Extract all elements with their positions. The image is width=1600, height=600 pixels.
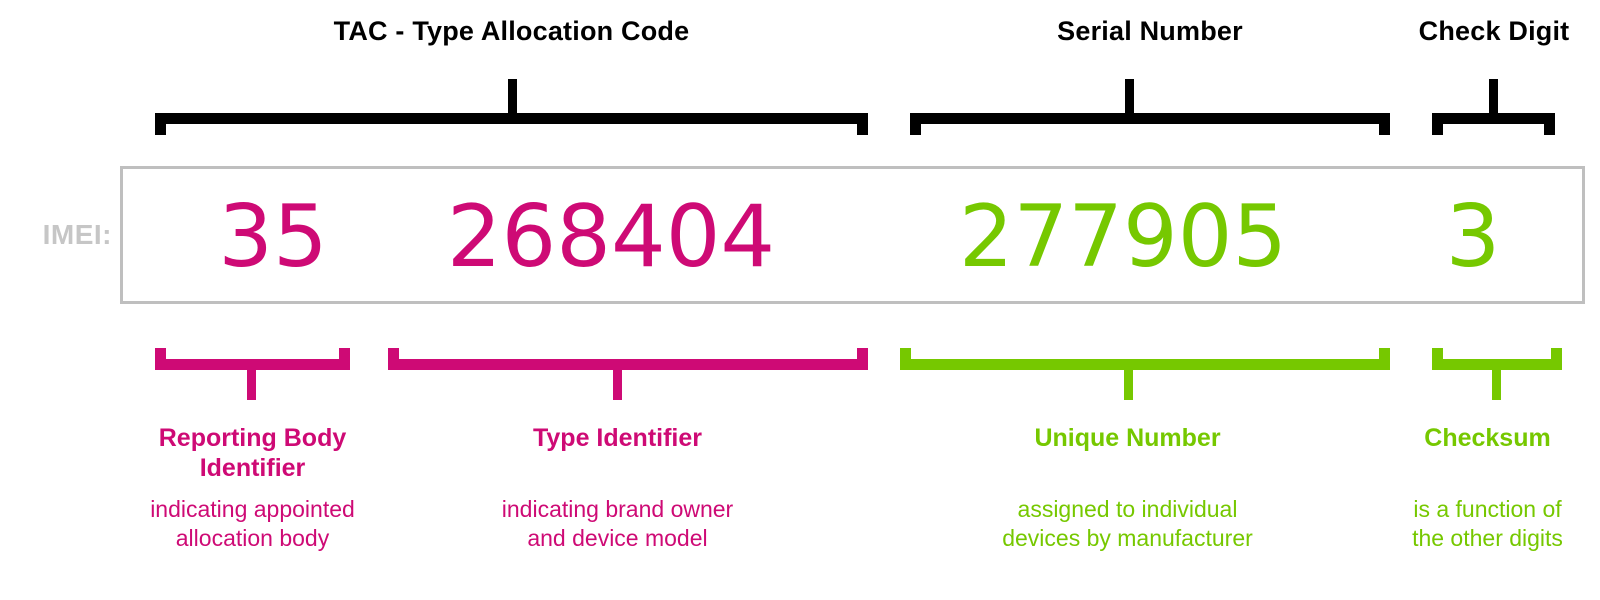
imei-structure-diagram: TAC - Type Allocation Code Serial Number… <box>0 0 1600 600</box>
bracket-stem <box>1124 370 1133 400</box>
bracket-end-cap-right <box>1379 348 1390 370</box>
bracket-stem <box>613 370 622 400</box>
bracket-bar <box>155 113 868 124</box>
imei-digits-check-digit: 3 <box>1445 187 1501 287</box>
top-label-serial-number: Serial Number <box>1057 16 1243 46</box>
top-bracket-serial-number <box>910 79 1390 168</box>
bracket-stem <box>508 79 517 113</box>
caption-reporting-body-identifier: Reporting Body Identifier indicating app… <box>110 423 395 553</box>
bracket-end-cap-right <box>1544 113 1555 135</box>
bracket-end-cap-left <box>155 348 166 370</box>
bracket-bar <box>910 113 1390 124</box>
caption-description: is a function of the other digits <box>1412 496 1563 551</box>
bracket-bar <box>1432 113 1555 124</box>
bracket-bar <box>388 359 868 370</box>
imei-number-box: 35 268404 277905 3 <box>120 166 1585 304</box>
bottom-bracket-unique-number <box>900 348 1390 400</box>
bracket-end-cap-left <box>1432 348 1443 370</box>
caption-description: assigned to individual devices by manufa… <box>1002 496 1253 551</box>
caption-title: Unique Number <box>1034 424 1221 452</box>
imei-digits-type-identifier: 268404 <box>446 187 776 287</box>
bracket-stem <box>1492 370 1501 400</box>
imei-digits-unique-number: 277905 <box>958 187 1288 287</box>
bracket-bar <box>900 359 1390 370</box>
bracket-end-cap-left <box>155 113 166 135</box>
caption-title: Type Identifier <box>532 424 702 452</box>
top-bracket-tac <box>155 79 868 168</box>
caption-description: indicating brand owner and device model <box>501 496 734 551</box>
bracket-end-cap-right <box>1379 113 1390 135</box>
top-bracket-check-digit <box>1432 79 1555 168</box>
imei-row-label: IMEI: <box>42 219 112 250</box>
caption-unique-number: Unique Number assigned to individual dev… <box>960 423 1295 553</box>
bracket-end-cap-right <box>339 348 350 370</box>
caption-title: Checksum <box>1424 424 1551 452</box>
bracket-end-cap-left <box>900 348 911 370</box>
top-label-check-digit: Check Digit <box>1418 16 1570 46</box>
caption-type-identifier: Type Identifier indicating brand owner a… <box>455 423 780 553</box>
bracket-end-cap-left <box>1432 113 1443 135</box>
caption-checksum: Checksum is a function of the other digi… <box>1375 423 1600 553</box>
caption-description: indicating appointed allocation body <box>150 496 355 551</box>
bracket-end-cap-right <box>857 113 868 135</box>
bracket-stem <box>247 370 256 400</box>
top-label-tac: TAC - Type Allocation Code <box>333 16 690 46</box>
bracket-end-cap-right <box>857 348 868 370</box>
bracket-end-cap-right <box>1551 348 1562 370</box>
bracket-bar <box>1432 359 1562 370</box>
caption-title: Reporting Body Identifier <box>158 424 347 482</box>
bracket-end-cap-left <box>388 348 399 370</box>
bracket-stem <box>1489 79 1498 113</box>
imei-digits-reporting-body: 35 <box>218 187 328 287</box>
bracket-bar <box>155 359 350 370</box>
bracket-end-cap-left <box>910 113 921 135</box>
bracket-stem <box>1125 79 1134 113</box>
bottom-bracket-type-identifier <box>388 348 868 400</box>
bottom-bracket-checksum <box>1432 348 1562 400</box>
bottom-bracket-reporting-body-identifier <box>155 348 350 400</box>
